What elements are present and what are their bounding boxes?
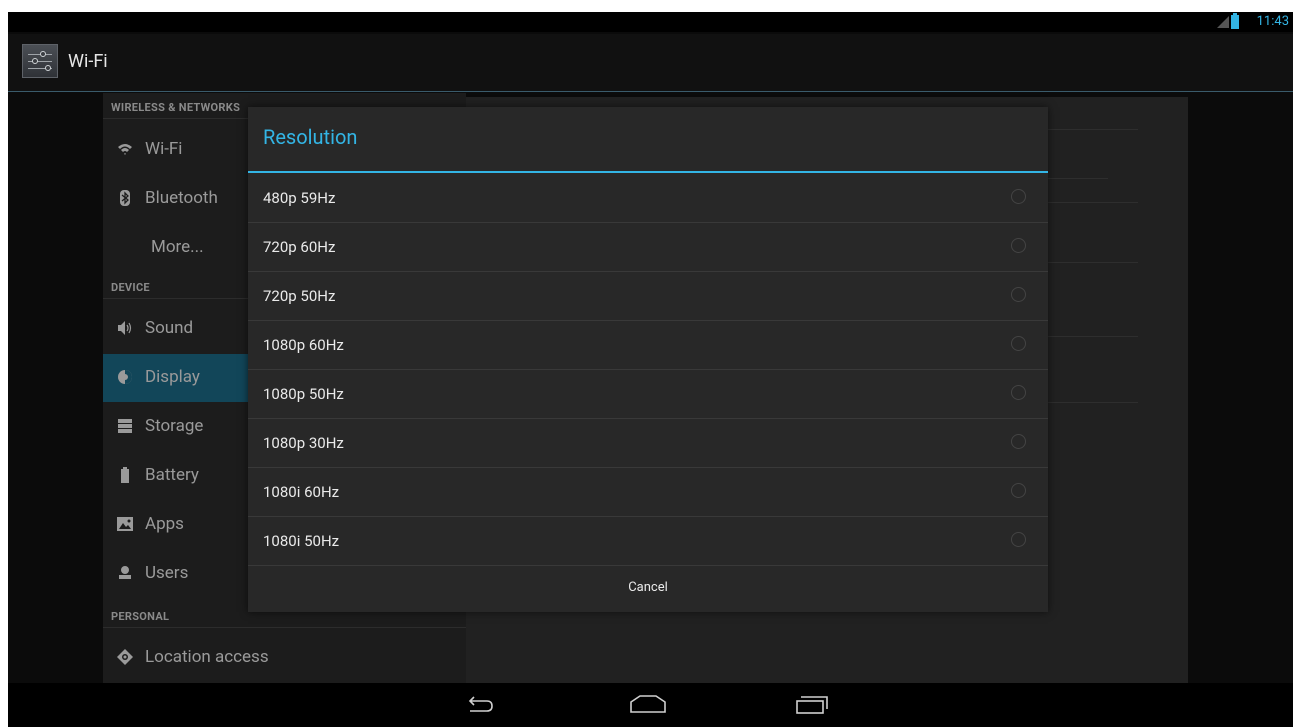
option-label: 1080i 50Hz (263, 532, 340, 550)
display-icon (117, 369, 133, 385)
signal-icon (1217, 16, 1229, 28)
sidebar-item-label: More... (151, 237, 204, 257)
resolution-option[interactable]: 480p 59Hz (248, 174, 1048, 222)
apps-icon (117, 516, 133, 532)
radio-button[interactable] (1011, 532, 1026, 547)
resolution-option[interactable]: 1080i 60Hz (248, 468, 1048, 516)
sidebar-item-label: Storage (145, 416, 204, 436)
sidebar-item-label: Sound (145, 318, 194, 338)
settings-sliders-icon[interactable] (22, 44, 58, 78)
radio-button[interactable] (1011, 189, 1026, 204)
bluetooth-icon (117, 190, 133, 206)
resolution-option[interactable]: 1080p 60Hz (248, 321, 1048, 369)
action-bar-divider (8, 91, 1293, 92)
battery-icon (117, 467, 133, 483)
radio-button[interactable] (1011, 238, 1026, 253)
android-screen: 11:43 Wi-Fi WIRELESS & NETWORKS Wi-Fi Bl… (8, 12, 1293, 727)
page-title: Wi-Fi (68, 51, 108, 72)
resolution-option[interactable]: 720p 60Hz (248, 223, 1048, 271)
status-bar: 11:43 (8, 12, 1293, 32)
back-icon[interactable] (460, 691, 500, 719)
option-label: 1080i 60Hz (263, 483, 340, 501)
option-label: 480p 59Hz (263, 189, 336, 207)
sound-icon (117, 320, 133, 336)
users-icon (117, 565, 133, 581)
resolution-option[interactable]: 720p 50Hz (248, 272, 1048, 320)
section-header-wireless: WIRELESS & NETWORKS (111, 101, 241, 114)
home-icon[interactable] (628, 691, 668, 719)
location-icon (117, 649, 133, 665)
dialog-title-divider (248, 171, 1048, 173)
sidebar-item-label: Bluetooth (145, 188, 218, 208)
radio-button[interactable] (1011, 336, 1026, 351)
section-header-device: DEVICE (111, 281, 150, 294)
sidebar-item-label: Location access (145, 647, 269, 667)
radio-button[interactable] (1011, 483, 1026, 498)
radio-button[interactable] (1011, 385, 1026, 400)
resolution-option[interactable]: 1080p 50Hz (248, 370, 1048, 418)
section-header-personal: PERSONAL (111, 610, 170, 623)
radio-button[interactable] (1011, 434, 1026, 449)
sidebar-item-label: Wi-Fi (145, 139, 183, 159)
resolution-option[interactable]: 1080i 50Hz (248, 517, 1048, 565)
option-label: 720p 60Hz (263, 238, 336, 256)
option-label: 1080p 50Hz (263, 385, 344, 403)
resolution-dialog: Resolution 480p 59Hz 720p 60Hz 720p 50Hz… (248, 107, 1048, 612)
status-time: 11:43 (1256, 14, 1289, 29)
section-divider (103, 627, 466, 628)
sidebar-item-label: Apps (145, 514, 184, 534)
recent-apps-icon[interactable] (791, 691, 831, 719)
cancel-label: Cancel (628, 580, 668, 595)
dialog-title: Resolution (263, 125, 358, 149)
wifi-icon (117, 141, 133, 157)
sidebar-item-label: Battery (145, 465, 199, 485)
sidebar-item-label: Users (145, 563, 189, 583)
navigation-bar (8, 683, 1293, 727)
resolution-option[interactable]: 1080p 30Hz (248, 419, 1048, 467)
option-label: 1080p 60Hz (263, 336, 344, 354)
battery-icon (1231, 13, 1239, 29)
action-bar: Wi-Fi (8, 34, 1293, 91)
cancel-button[interactable]: Cancel (248, 565, 1048, 612)
sidebar-item-label: Display (145, 367, 200, 387)
sidebar-item-location-access[interactable]: Location access (103, 634, 466, 682)
option-label: 720p 50Hz (263, 287, 336, 305)
option-label: 1080p 30Hz (263, 434, 344, 452)
radio-button[interactable] (1011, 287, 1026, 302)
storage-icon (117, 418, 133, 434)
